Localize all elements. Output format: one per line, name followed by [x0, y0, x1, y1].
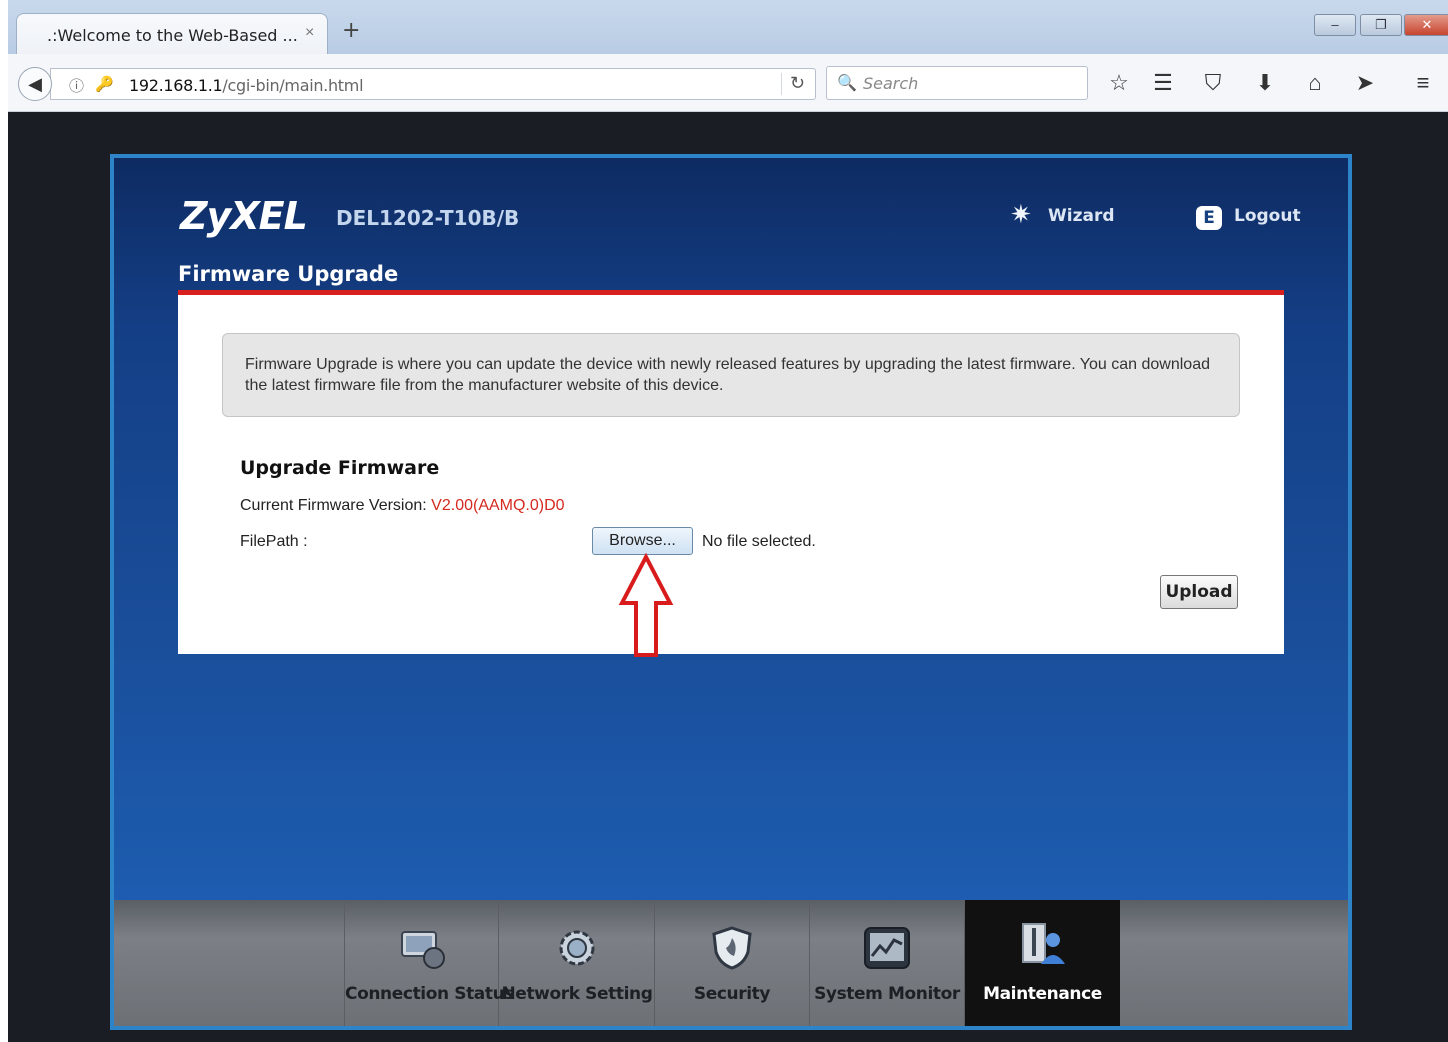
send-icon[interactable]: ➤: [1350, 72, 1380, 94]
router-page: ZyXEL DEL1202-T10B/B ✷ Wizard E Logout F…: [110, 154, 1352, 1030]
minimize-button[interactable]: ‒: [1314, 14, 1356, 36]
nav-security[interactable]: Security: [655, 900, 810, 1026]
maintenance-icon: [1021, 923, 1065, 964]
info-text: Firmware Upgrade is where you can update…: [245, 356, 1210, 394]
close-window-button[interactable]: ✕: [1404, 14, 1448, 36]
nav-label: Security: [693, 984, 771, 1004]
info-icon[interactable]: ⓘ: [69, 75, 84, 96]
search-placeholder: Search: [863, 74, 919, 93]
zyxel-logo: ZyXEL: [180, 194, 308, 238]
current-version-label: Current Firmware Version:: [240, 497, 432, 514]
url-text[interactable]: 192.168.1.1/cgi-bin/main.html: [129, 76, 364, 95]
url-host: 192.168.1.1: [129, 76, 223, 95]
browse-button[interactable]: Browse...: [592, 527, 693, 555]
browser-tab[interactable]: .:Welcome to the Web-Based ... ×: [16, 13, 328, 55]
upload-button[interactable]: Upload: [1160, 575, 1238, 609]
key-icon: 🔑: [95, 76, 114, 93]
restore-button[interactable]: ❐: [1360, 14, 1402, 36]
logout-link[interactable]: Logout: [1234, 206, 1301, 226]
connection-status-icon: [400, 931, 445, 969]
security-shield-icon: [712, 926, 752, 970]
tab-close-icon[interactable]: ×: [305, 24, 314, 42]
back-arrow-icon: ◀: [28, 74, 42, 94]
system-monitor-icon: [864, 927, 910, 969]
section-title: Upgrade Firmware: [240, 457, 440, 479]
tab-title: .:Welcome to the Web-Based ...: [47, 26, 298, 45]
wizard-icon[interactable]: ✷: [1010, 200, 1038, 228]
nav-label: System Monitor: [814, 984, 960, 1004]
current-version-value: V2.00(AAMQ.0)D0: [431, 497, 565, 514]
back-button[interactable]: ◀: [18, 67, 52, 101]
star-icon[interactable]: ☆: [1104, 72, 1134, 94]
nav-network-setting[interactable]: Network Setting: [500, 900, 655, 1026]
info-box: Firmware Upgrade is where you can update…: [222, 333, 1240, 417]
logout-icon[interactable]: E: [1196, 206, 1222, 230]
address-bar[interactable]: ⓘ 🔑 192.168.1.1/cgi-bin/main.html ↻: [50, 68, 816, 100]
new-tab-button[interactable]: +: [342, 20, 360, 42]
reload-icon[interactable]: ↻: [781, 73, 813, 95]
page-title: Firmware Upgrade: [178, 262, 399, 286]
nav-label: Maintenance: [983, 984, 1102, 1004]
nav-connection-status[interactable]: Connection Status: [344, 900, 515, 1026]
tab-bar: .:Welcome to the Web-Based ... × + ‒ ❐ ✕: [8, 0, 1448, 55]
reading-list-icon[interactable]: ☰: [1148, 72, 1178, 94]
nav-system-monitor[interactable]: System Monitor: [810, 900, 965, 1026]
nav-label: Network Setting: [501, 984, 653, 1004]
red-arrow-annotation: [618, 553, 674, 657]
model-name: DEL1202-T10B/B: [336, 206, 520, 230]
download-icon[interactable]: ⬇: [1250, 72, 1280, 94]
nav-label: Connection Status: [345, 984, 515, 1004]
pocket-icon[interactable]: ⛉: [1198, 72, 1228, 94]
nav-maintenance[interactable]: Maintenance: [965, 900, 1120, 1026]
search-bar[interactable]: 🔍 Search: [826, 66, 1088, 100]
bottom-nav: Connection Status Network Setting Securi…: [114, 900, 1348, 1026]
search-icon: 🔍: [837, 75, 857, 92]
firmware-panel: Firmware Upgrade is where you can update…: [178, 290, 1284, 657]
current-firmware-row: Current Firmware Version: V2.00(AAMQ.0)D…: [240, 497, 565, 515]
navigation-toolbar: ⓘ 🔑 192.168.1.1/cgi-bin/main.html ↻ ◀ 🔍 …: [8, 54, 1448, 112]
no-file-text: No file selected.: [702, 533, 816, 550]
wizard-link[interactable]: Wizard: [1048, 206, 1115, 226]
menu-icon[interactable]: ≡: [1408, 72, 1438, 94]
network-setting-icon: [559, 930, 595, 966]
home-icon[interactable]: ⌂: [1300, 72, 1330, 94]
url-path: /cgi-bin/main.html: [222, 76, 364, 95]
filepath-label: FilePath :: [240, 533, 308, 550]
